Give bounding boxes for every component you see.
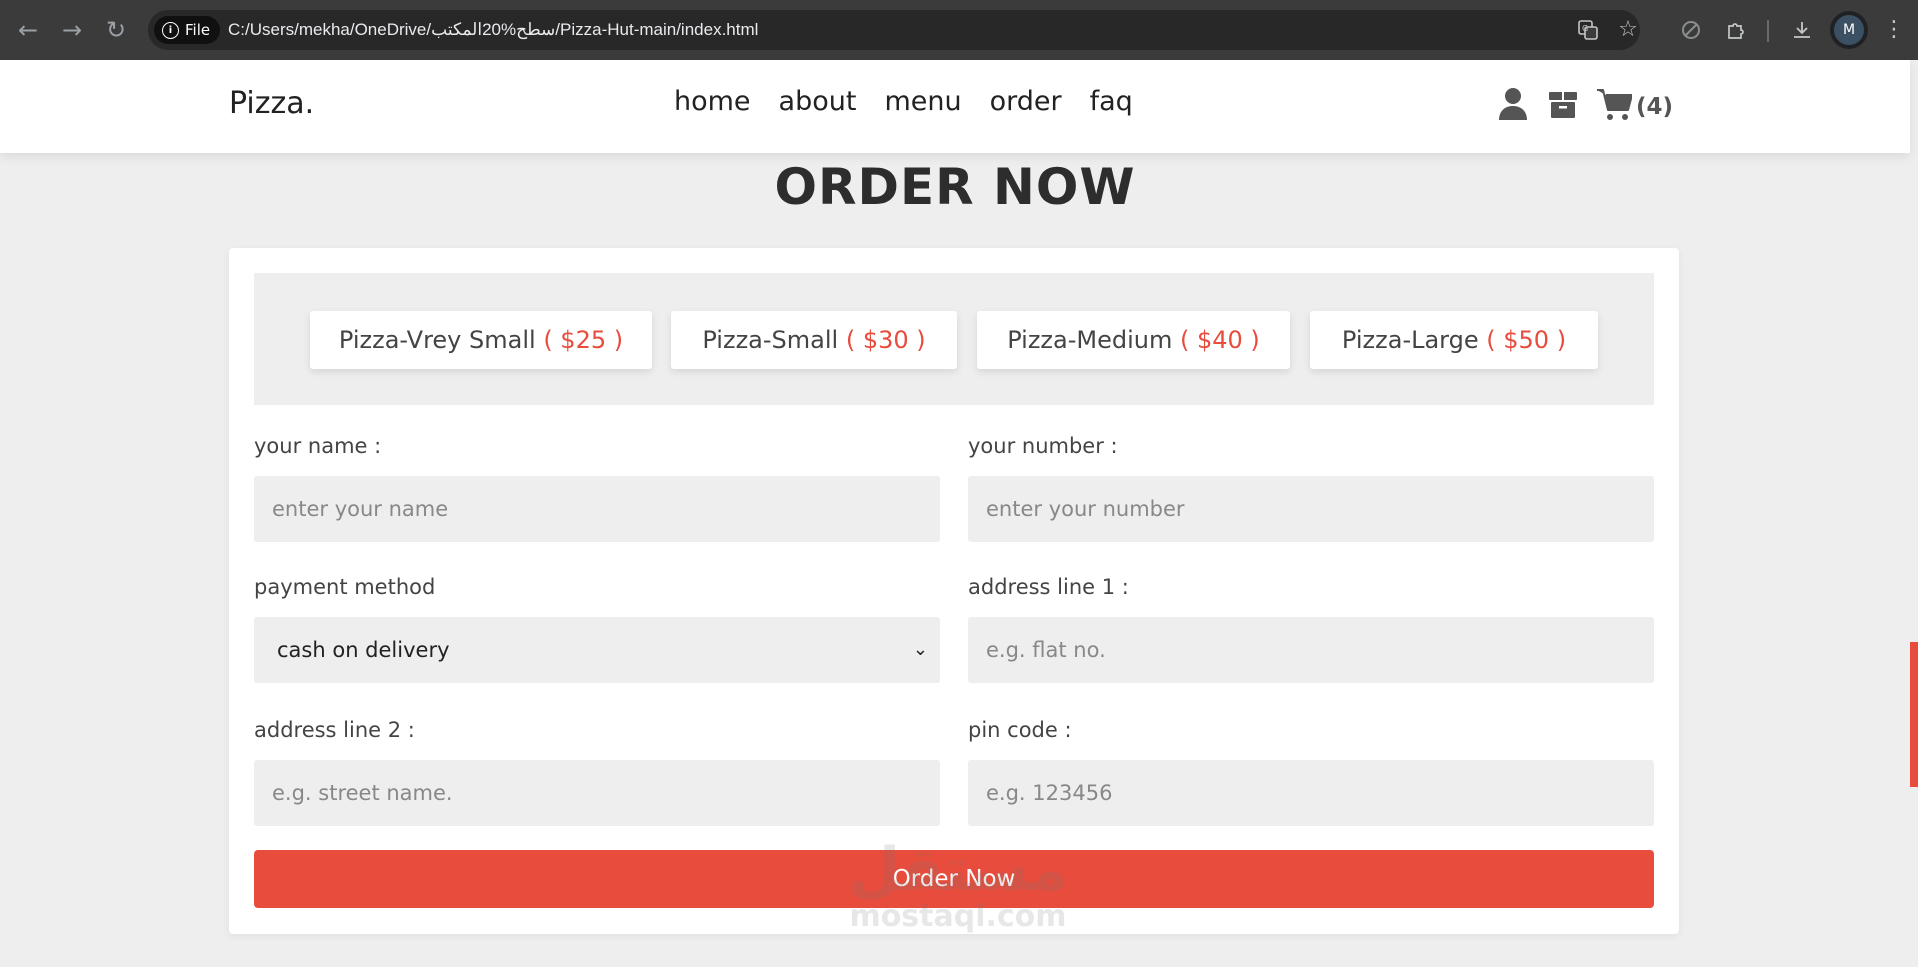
site-info-chip[interactable]: i File (154, 16, 221, 44)
nav-home[interactable]: home (674, 86, 751, 117)
extensions-puzzle-icon[interactable] (1720, 14, 1752, 46)
payment-method-value: cash on delivery (277, 638, 450, 662)
address-line-1-label: address line 1 : (968, 575, 1129, 599)
svg-text:G: G (1582, 24, 1588, 33)
size-option-small[interactable]: Pizza-Small ( $30 ) (671, 311, 957, 369)
size-price: ( $50 ) (1486, 326, 1567, 354)
cart-count-badge: (4) (1636, 94, 1674, 120)
size-price: ( $25 ) (543, 326, 624, 354)
size-name: Pizza-Medium (1007, 326, 1173, 354)
address-bar[interactable]: i File C:/Users/mekha/OneDrive/سطح%20الم… (148, 10, 1640, 50)
file-chip-label: File (185, 21, 211, 39)
profile-avatar[interactable]: M (1830, 11, 1868, 49)
translate-icon[interactable]: G (1572, 14, 1604, 46)
size-name: Pizza-Large (1341, 326, 1479, 354)
nav-about[interactable]: about (779, 86, 857, 117)
toolbar-divider (1767, 20, 1769, 42)
profile-initial: M (1834, 15, 1864, 45)
pin-code-input[interactable] (968, 760, 1654, 826)
payment-method-select[interactable]: cash on delivery ⌄ (254, 617, 940, 683)
nav-order[interactable]: order (990, 86, 1062, 117)
order-now-button[interactable]: Order Now (254, 850, 1654, 908)
user-icon[interactable] (1496, 86, 1530, 122)
url-text[interactable]: C:/Users/mekha/OneDrive/سطح%20المكتب/Piz… (228, 10, 758, 50)
info-icon: i (162, 21, 179, 39)
scroll-top-tab[interactable] (1910, 642, 1918, 787)
order-form: Pizza-Vrey Small ( $25 ) Pizza-Small ( $… (229, 248, 1679, 934)
reload-icon[interactable]: ↻ (100, 14, 132, 46)
address-line-2-label: address line 2 : (254, 718, 415, 742)
number-input[interactable] (968, 476, 1654, 542)
header-actions: (4) (1496, 86, 1673, 122)
browser-toolbar: ← → ↻ i File C:/Users/mekha/OneDrive/سطح… (0, 0, 1918, 60)
size-option-very-small[interactable]: Pizza-Vrey Small ( $25 ) (310, 311, 652, 369)
address-line-2-input[interactable] (254, 760, 940, 826)
pizza-size-selector: Pizza-Vrey Small ( $25 ) Pizza-Small ( $… (254, 273, 1654, 405)
cart-icon[interactable] (1596, 86, 1632, 122)
box-icon[interactable] (1546, 86, 1580, 122)
name-label: your name : (254, 434, 382, 458)
chevron-down-icon: ⌄ (912, 639, 928, 660)
name-input[interactable] (254, 476, 940, 542)
main-nav: home about menu order faq (674, 86, 1161, 117)
download-icon[interactable] (1786, 14, 1818, 46)
pin-code-label: pin code : (968, 718, 1072, 742)
forward-icon[interactable]: → (56, 14, 88, 46)
size-price: ( $30 ) (845, 326, 926, 354)
size-option-large[interactable]: Pizza-Large ( $50 ) (1310, 311, 1598, 369)
address-line-1-input[interactable] (968, 617, 1654, 683)
size-name: Pizza-Small (702, 326, 839, 354)
size-price: ( $40 ) (1179, 326, 1260, 354)
back-icon[interactable]: ← (12, 14, 44, 46)
size-name: Pizza-Vrey Small (338, 326, 536, 354)
nav-menu[interactable]: menu (884, 86, 961, 117)
site-logo[interactable]: Pizza. (229, 86, 314, 121)
bookmark-star-icon[interactable]: ☆ (1612, 14, 1644, 46)
extension-blocked-icon[interactable] (1675, 14, 1707, 46)
page-title: ORDER NOW (774, 158, 1136, 216)
more-menu-icon[interactable]: ⋮ (1878, 14, 1910, 46)
site-header: Pizza. home about menu order faq (4) (0, 60, 1910, 153)
number-label: your number : (968, 434, 1118, 458)
payment-method-label: payment method (254, 575, 436, 599)
size-option-medium[interactable]: Pizza-Medium ( $40 ) (977, 311, 1290, 369)
nav-faq[interactable]: faq (1090, 86, 1133, 117)
